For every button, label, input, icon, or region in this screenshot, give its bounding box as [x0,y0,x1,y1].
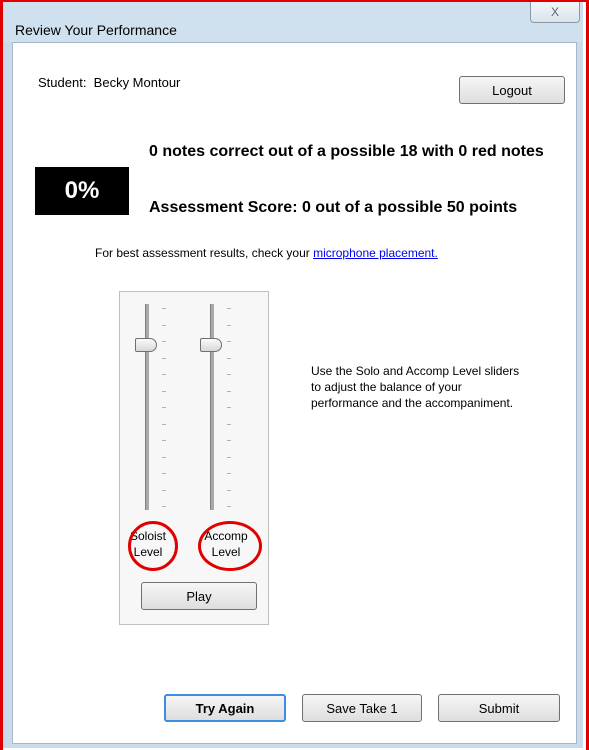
play-button[interactable]: Play [141,582,257,610]
close-icon: X [550,5,559,19]
slider-tick [162,473,166,474]
slider-tick [162,374,166,375]
slider-tick [227,324,231,326]
slider-tick [227,473,231,474]
slider-tick [162,456,166,458]
slider-tick [227,506,231,507]
slider-tick [162,324,166,326]
accomp-slider-thumb[interactable] [200,338,222,353]
slider-instructions: Use the Solo and Accomp Level sliders to… [311,364,520,410]
soloist-slider-track[interactable] [145,304,149,510]
slider-tick [227,374,231,375]
soloist-slider-thumb[interactable] [135,338,157,353]
slider-tick [162,390,166,392]
save-take-button[interactable]: Save Take 1 [302,694,422,722]
slider-tick [162,489,166,491]
slider-tick [227,308,231,309]
slider-tick [162,308,166,309]
slider-tick [227,341,231,342]
title-bar: Review Your Performance X [3,2,583,42]
slider-tick [227,423,231,425]
soloist-highlight-circle [128,521,178,571]
review-window: Review Your Performance X Student: Becky… [3,2,583,748]
percent-score: 0% [35,167,129,215]
student-label: Student: [38,75,87,90]
dialog-content: Student: Becky Montour Logout 0 notes co… [12,42,577,744]
slider-tick [227,456,231,458]
slider-tick [162,357,166,359]
student-name: Becky Montour [93,75,181,90]
slider-tick [162,440,166,441]
close-button[interactable]: X [530,2,580,23]
student-info: Student: Becky Montour [38,75,180,90]
slider-tick [162,407,166,408]
slider-tick [227,407,231,408]
slider-tick [227,489,231,491]
slider-tick [162,423,166,425]
accomp-highlight-circle [198,521,262,571]
microphone-placement-link[interactable]: microphone placement. [313,246,438,260]
microphone-hint: For best assessment results, check your … [95,246,438,260]
submit-button[interactable]: Submit [438,694,560,722]
slider-tick [227,390,231,392]
window-title: Review Your Performance [15,22,177,38]
accomp-slider-track[interactable] [210,304,214,510]
slider-tick [162,506,166,507]
slider-tick [227,440,231,441]
notes-correct-text: 0 notes correct out of a possible 18 wit… [149,143,544,160]
slider-tick [162,341,166,342]
assessment-score-text: Assessment Score: 0 out of a possible 50… [149,199,518,216]
logout-button[interactable]: Logout [459,76,565,104]
slider-tick [227,357,231,359]
mixer-panel: Soloist Level Accomp Level Play [119,291,269,625]
hint-text: For best assessment results, check your [95,246,314,260]
try-again-button[interactable]: Try Again [164,694,286,722]
